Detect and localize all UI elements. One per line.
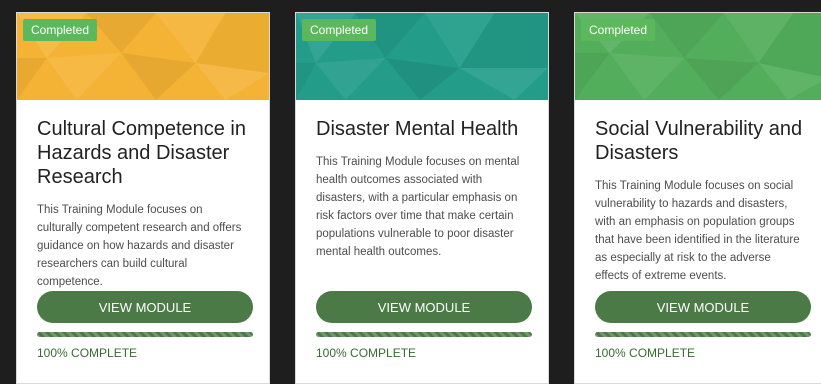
completed-badge: Completed xyxy=(581,19,656,41)
card-header-image: Completed xyxy=(296,13,548,100)
view-module-button[interactable]: VIEW MODULE xyxy=(595,291,811,323)
module-card: Completed Social Vulnerability and Disas… xyxy=(574,12,821,384)
module-title: Social Vulnerability and Disasters xyxy=(595,118,803,164)
module-card: Completed Cultural Competence in Hazards… xyxy=(16,12,270,384)
view-module-button[interactable]: VIEW MODULE xyxy=(37,291,253,323)
module-title: Cultural Competence in Hazards and Disas… xyxy=(37,118,246,188)
progress-fill xyxy=(37,332,253,337)
progress-bar xyxy=(37,332,253,337)
progress-label: 100% COMPLETE xyxy=(595,346,696,360)
view-module-button[interactable]: VIEW MODULE xyxy=(316,291,532,323)
progress-label: 100% COMPLETE xyxy=(316,346,417,360)
completed-badge: Completed xyxy=(23,19,98,41)
module-description: This Training Module focuses on social v… xyxy=(595,180,800,282)
completed-badge: Completed xyxy=(302,19,377,41)
progress-fill xyxy=(595,332,811,337)
progress-fill xyxy=(316,332,532,337)
progress-bar xyxy=(595,332,811,337)
progress-bar xyxy=(316,332,532,337)
card-header-image: Completed xyxy=(17,13,269,100)
module-title: Disaster Mental Health xyxy=(316,118,519,140)
module-description: This Training Module focuses on cultural… xyxy=(37,204,242,288)
card-header-image: Completed xyxy=(575,13,821,100)
progress-label: 100% COMPLETE xyxy=(37,346,138,360)
module-card: Completed Disaster Mental Health This Tr… xyxy=(295,12,549,384)
module-description: This Training Module focuses on mental h… xyxy=(316,156,520,258)
